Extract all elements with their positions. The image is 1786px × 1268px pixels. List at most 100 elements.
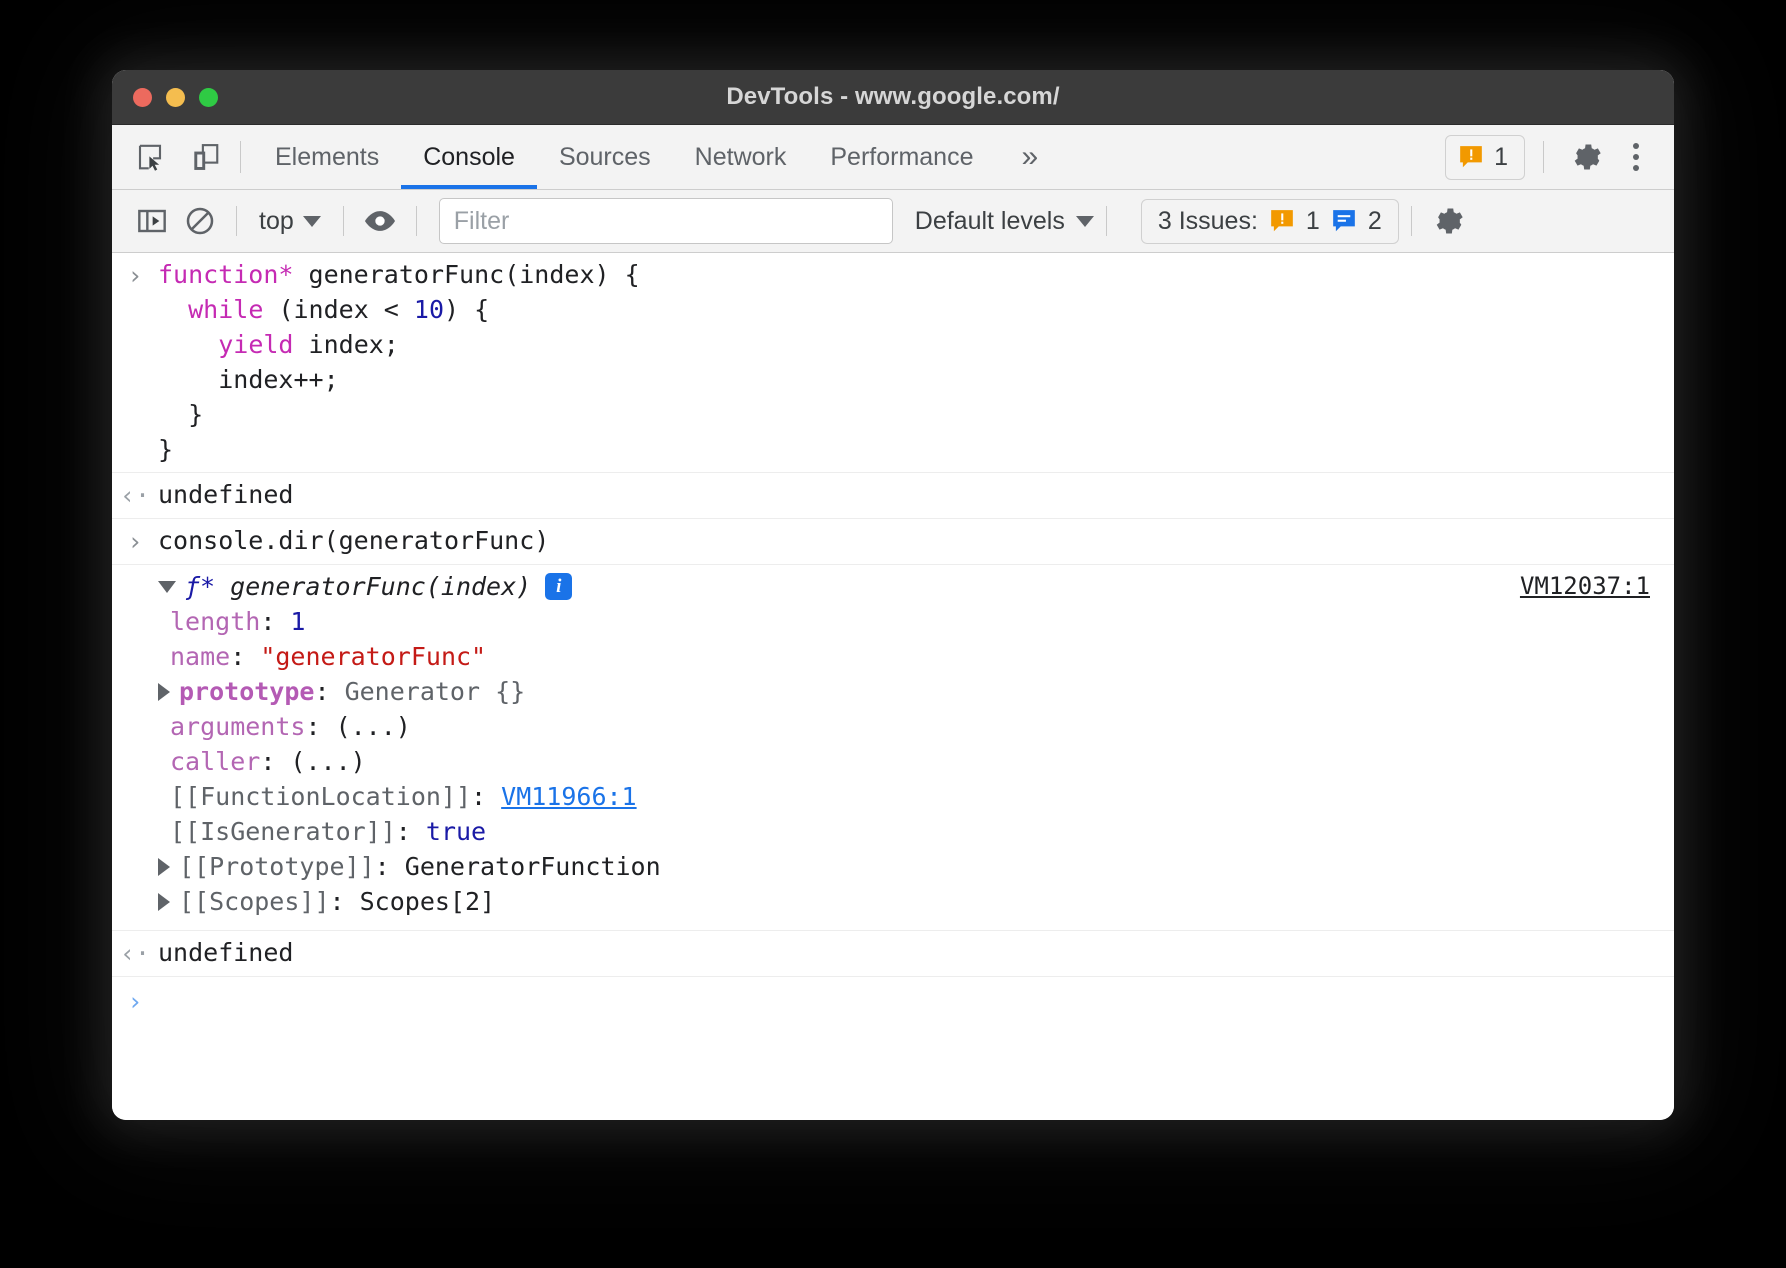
kebab-menu-icon[interactable] (1616, 133, 1656, 181)
property-separator: : (260, 744, 290, 779)
property-value: Generator {} (345, 674, 526, 709)
property-row-arguments[interactable]: arguments: (...) (112, 709, 1674, 744)
property-value: true (426, 814, 486, 849)
tab-bar-right-controls: 1 (1445, 125, 1674, 189)
chevron-right-icon[interactable] (158, 893, 170, 911)
console-sidebar-icon[interactable] (128, 197, 176, 245)
issues-counter[interactable]: 3 Issues: 1 2 (1141, 199, 1399, 244)
function-location-link[interactable]: VM11966:1 (501, 779, 636, 814)
tab-elements-label: Elements (275, 143, 379, 172)
tab-performance-label: Performance (830, 143, 973, 172)
console-dir-output: ƒ* generatorFunc(index) i VM12037:1 leng… (112, 565, 1674, 931)
console-result-entry: ‹· undefined (112, 931, 1674, 977)
tab-elements[interactable]: Elements (253, 125, 401, 189)
console-toolbar-divider-4 (1106, 206, 1107, 236)
chevron-right-icon[interactable] (158, 683, 170, 701)
tab-console-label: Console (423, 143, 515, 172)
screen-background: DevTools - www.google.com/ (0, 0, 1786, 1268)
property-value: "generatorFunc" (260, 639, 486, 674)
console-input-code: function* generatorFunc(index) { while (… (158, 257, 1674, 467)
property-row-function-location[interactable]: [[FunctionLocation]]: VM11966:1 (112, 779, 1674, 814)
panel-tabs: Elements Console Sources Network Perform… (253, 125, 995, 189)
log-levels-label: Default levels (915, 207, 1065, 236)
property-name: [[Prototype]] (179, 849, 375, 884)
property-row-name[interactable]: name: "generatorFunc" (112, 639, 1674, 674)
execution-context-selector[interactable]: top (249, 207, 331, 236)
tab-network[interactable]: Network (673, 125, 809, 189)
input-marker-icon: › (112, 523, 158, 559)
property-row-is-generator[interactable]: [[IsGenerator]]: true (112, 814, 1674, 849)
clear-console-icon[interactable] (176, 197, 224, 245)
property-name: [[Scopes]] (179, 884, 330, 919)
info-message-icon (1331, 208, 1357, 234)
close-button[interactable] (133, 88, 152, 107)
property-separator: : (260, 604, 290, 639)
property-separator: : (330, 884, 360, 919)
warning-badge[interactable]: 1 (1445, 135, 1525, 180)
result-value: undefined (158, 477, 1656, 512)
object-header-row[interactable]: ƒ* generatorFunc(index) i VM12037:1 (112, 569, 1674, 604)
property-name: prototype (179, 674, 314, 709)
window-controls (133, 88, 218, 107)
issues-label: 3 Issues: (1158, 207, 1258, 236)
function-signature: generatorFunc(index) (230, 572, 531, 601)
property-separator: : (396, 814, 426, 849)
devtools-tab-bar: Elements Console Sources Network Perform… (112, 125, 1674, 190)
chevron-down-icon (303, 216, 321, 227)
property-separator: : (375, 849, 405, 884)
tab-bar-divider (240, 141, 241, 173)
warning-icon (1269, 208, 1295, 234)
chevron-down-icon (1076, 216, 1094, 227)
console-input-entry: › function* generatorFunc(index) { while… (112, 253, 1674, 473)
property-row-scopes[interactable]: [[Scopes]]: Scopes[2] (112, 884, 1674, 925)
function-star-glyph: ƒ* (185, 572, 215, 601)
maximize-button[interactable] (199, 88, 218, 107)
inspect-element-icon[interactable] (128, 135, 172, 179)
property-row-length[interactable]: length: 1 (112, 604, 1674, 639)
output-marker-icon: ‹· (112, 477, 158, 513)
device-toolbar-icon[interactable] (184, 135, 228, 179)
console-toolbar-divider-2 (343, 206, 344, 236)
property-value: GeneratorFunction (405, 849, 661, 884)
source-location-link[interactable]: VM12037:1 (1520, 569, 1650, 604)
chevron-down-icon[interactable] (158, 581, 176, 593)
console-toolbar: top Filter Default levels 3 Issues: (112, 190, 1674, 253)
more-tabs-chevron-icon[interactable]: » (995, 125, 1064, 189)
property-row-caller[interactable]: caller: (...) (112, 744, 1674, 779)
minimize-button[interactable] (166, 88, 185, 107)
property-name: [[IsGenerator]] (170, 814, 396, 849)
tab-performance[interactable]: Performance (808, 125, 995, 189)
warning-icon (1458, 144, 1484, 170)
code-line: function* generatorFunc(index) { while (… (158, 257, 1656, 467)
issues-info-count: 2 (1368, 207, 1382, 236)
console-result-entry: ‹· undefined (112, 473, 1674, 519)
log-levels-selector[interactable]: Default levels (915, 207, 1094, 236)
tab-console[interactable]: Console (401, 125, 537, 189)
info-icon[interactable]: i (545, 573, 572, 600)
tab-bar-left-icons (112, 125, 228, 189)
window-title: DevTools - www.google.com/ (112, 83, 1674, 111)
property-row-prototype[interactable]: prototype: Generator {} (112, 674, 1674, 709)
property-value: Scopes[2] (360, 884, 495, 919)
execution-context-label: top (259, 207, 294, 236)
right-controls-divider (1543, 141, 1544, 173)
result-value: undefined (158, 935, 1656, 970)
console-input-code: console.dir(generatorFunc) (158, 523, 1656, 558)
gear-icon[interactable] (1562, 133, 1610, 181)
console-settings-gear-icon[interactable] (1424, 197, 1472, 245)
tab-network-label: Network (695, 143, 787, 172)
tab-sources[interactable]: Sources (537, 125, 673, 189)
console-output-panel[interactable]: › function* generatorFunc(index) { while… (112, 253, 1674, 1120)
devtools-window: DevTools - www.google.com/ (112, 70, 1674, 1120)
property-value: (...) (290, 744, 365, 779)
console-prompt[interactable]: › (112, 977, 1674, 1025)
live-expression-eye-icon[interactable] (356, 197, 404, 245)
property-name: name (170, 639, 230, 674)
chevron-right-icon[interactable] (158, 858, 170, 876)
input-marker-icon: › (112, 257, 158, 293)
property-row-prototype-internal[interactable]: [[Prototype]]: GeneratorFunction (112, 849, 1674, 884)
property-name: caller (170, 744, 260, 779)
warning-badge-count: 1 (1494, 143, 1508, 172)
filter-input[interactable]: Filter (439, 198, 893, 244)
console-input-entry: › console.dir(generatorFunc) (112, 519, 1674, 565)
